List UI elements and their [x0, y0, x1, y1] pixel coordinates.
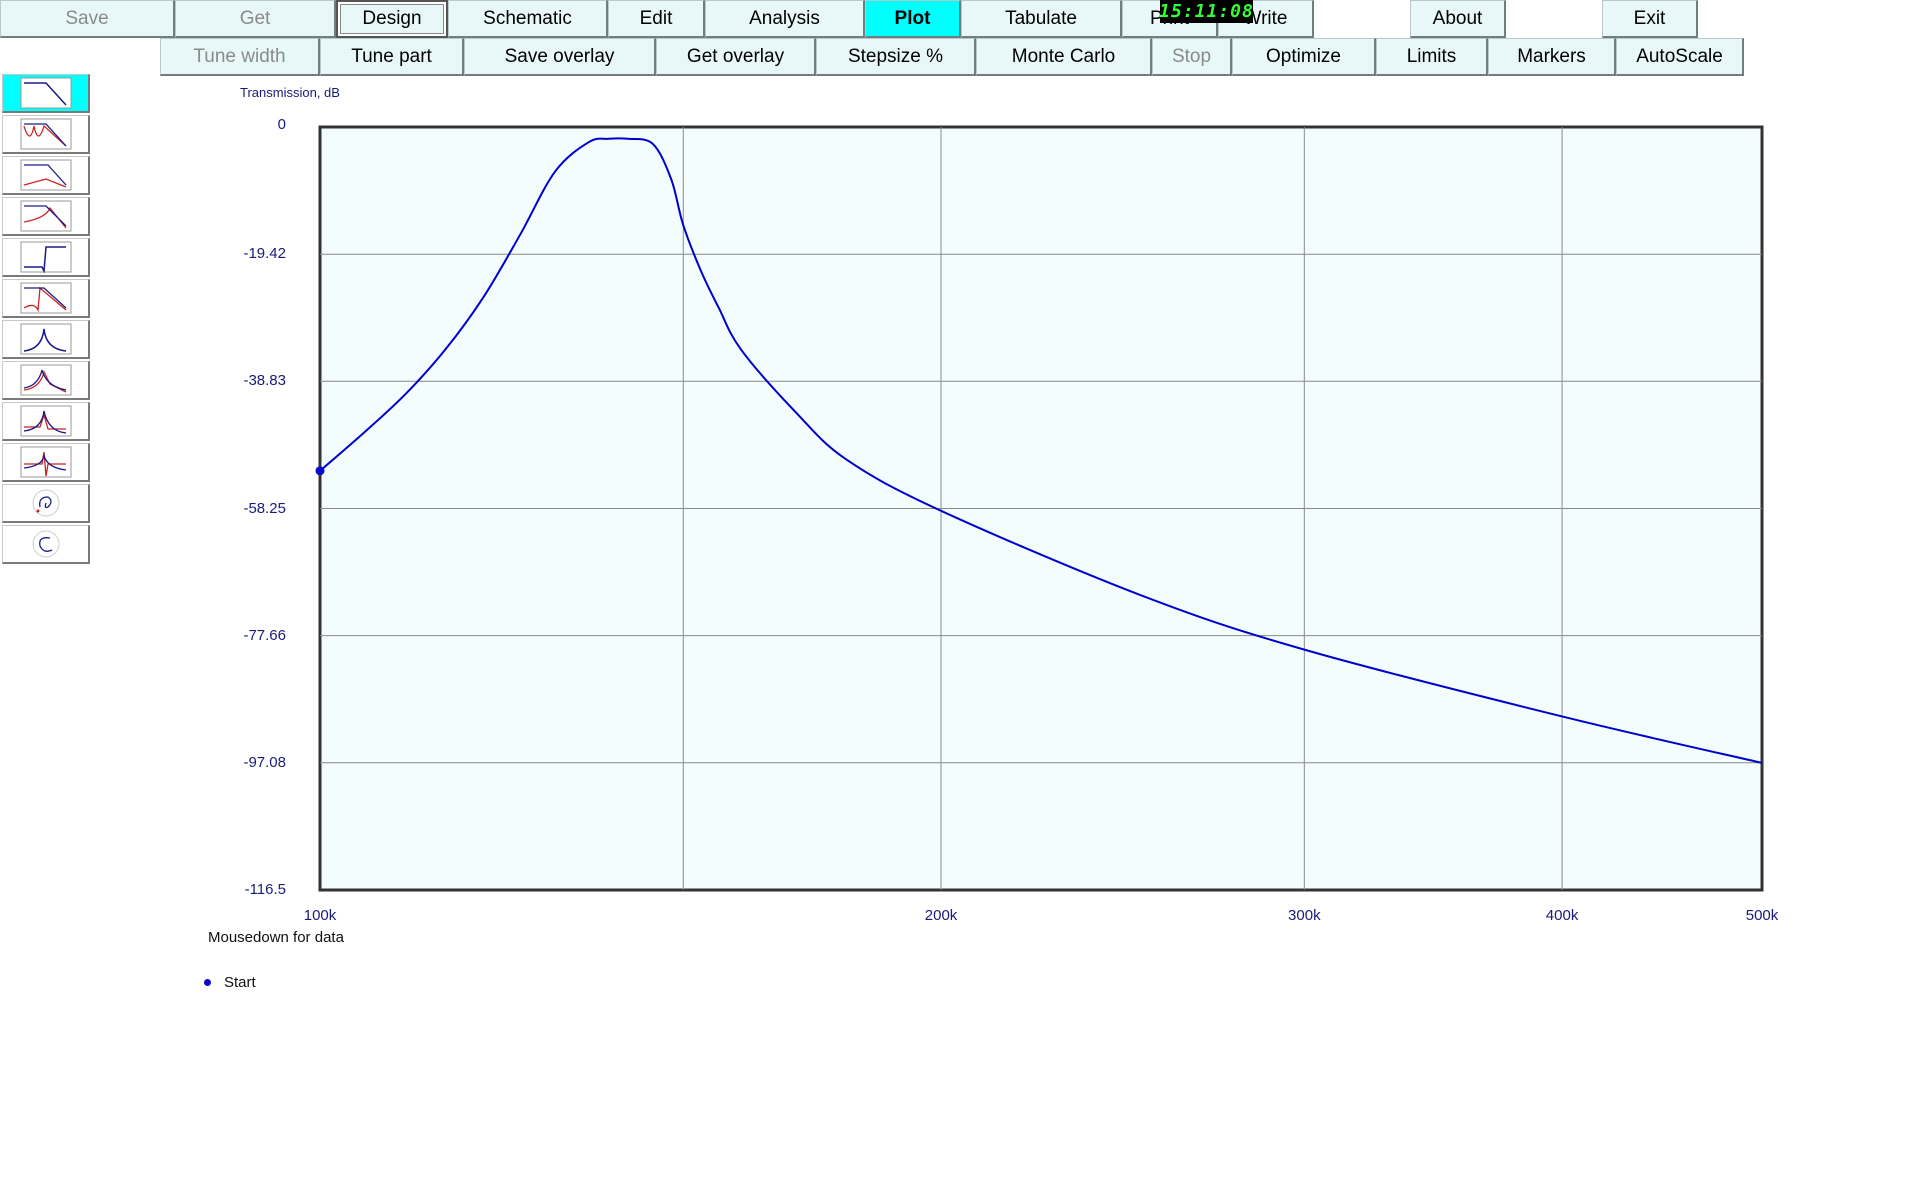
legend-start-label: Start [224, 974, 256, 991]
legend: Start [204, 974, 256, 991]
mousedown-hint: Mousedown for data [208, 929, 344, 946]
start-marker [315, 466, 325, 476]
transmission-plot[interactable] [0, 0, 1920, 1200]
legend-start-dot [204, 979, 211, 986]
